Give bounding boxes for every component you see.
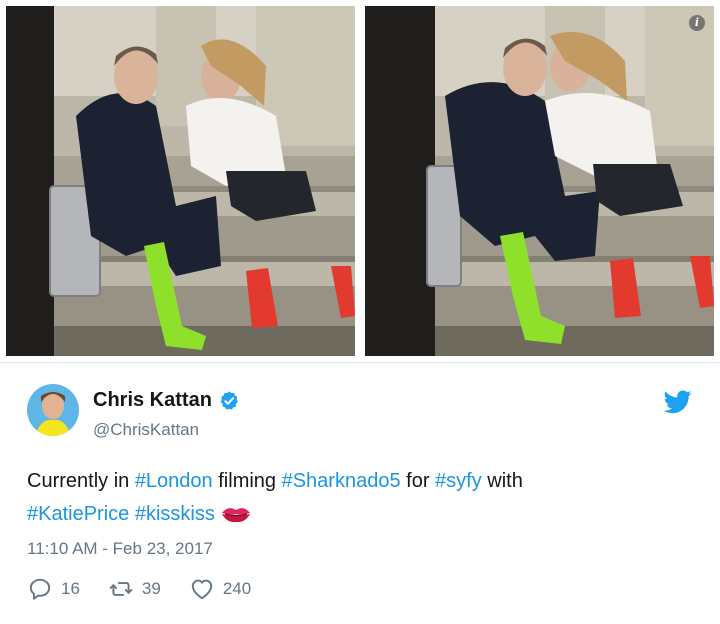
user-handle[interactable]: @ChrisKattan xyxy=(93,420,199,440)
photo-2-image xyxy=(365,6,714,356)
verified-badge-icon xyxy=(220,390,238,410)
avatar[interactable] xyxy=(27,384,79,436)
media-grid: i xyxy=(0,0,720,362)
heart-icon xyxy=(191,579,213,600)
twitter-bird-icon[interactable] xyxy=(664,390,692,414)
reply-count: 16 xyxy=(61,579,80,598)
like-count: 240 xyxy=(222,579,252,598)
tweet-text: Currently in #London filming #Sharknado5… xyxy=(27,465,687,531)
hashtag-london[interactable]: #London xyxy=(135,470,213,492)
tweet-text-segment: filming xyxy=(212,470,282,492)
media-divider xyxy=(0,362,720,363)
hashtag-syfy[interactable]: #syfy xyxy=(435,470,482,492)
tweet-photo-1[interactable] xyxy=(6,6,355,356)
info-icon[interactable]: i xyxy=(689,15,705,31)
kiss-mark-icon xyxy=(221,508,250,523)
display-name[interactable]: Chris Kattan xyxy=(93,389,212,412)
retweet-icon xyxy=(109,582,133,596)
tweet-text-segment: with xyxy=(481,470,523,492)
avatar-image xyxy=(27,384,79,436)
tweet-timestamp[interactable]: 11:10 AM - Feb 23, 2017 xyxy=(27,539,213,559)
hashtag-katieprice[interactable]: #KatiePrice xyxy=(27,503,129,525)
tweet-photo-2[interactable]: i xyxy=(365,6,714,356)
author-name-row: Chris Kattan xyxy=(93,389,240,412)
reply-button[interactable]: 16 xyxy=(27,576,80,602)
retweet-count: 39 xyxy=(141,579,161,598)
tweet-text-segment: for xyxy=(400,470,436,492)
tweet-text-segment: Currently in xyxy=(27,470,135,492)
hashtag-sharknado5[interactable]: #Sharknado5 xyxy=(282,470,401,492)
reply-icon xyxy=(29,578,51,600)
retweet-button[interactable]: 39 xyxy=(108,576,161,602)
photo-1-image xyxy=(6,6,355,356)
hashtag-kisskiss[interactable]: #kisskiss xyxy=(135,503,215,525)
like-button[interactable]: 240 xyxy=(189,576,251,602)
tweet-actions: 16 39 240 xyxy=(27,576,279,602)
